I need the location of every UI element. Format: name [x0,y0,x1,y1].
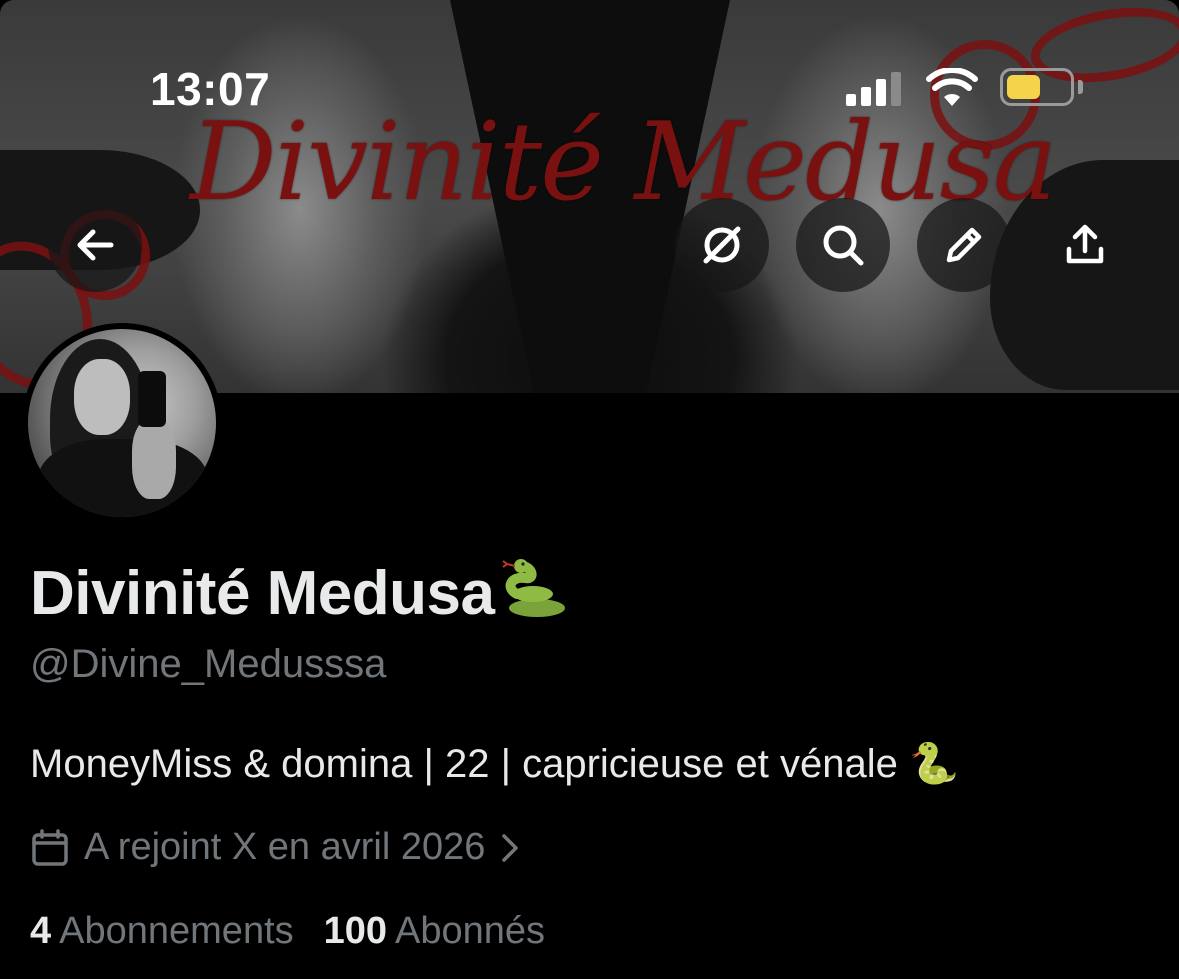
following-count: 4 [30,910,52,952]
battery-icon [1000,68,1074,106]
following-label: Abonnements [59,910,294,952]
follow-stats: 4 Abonnements 100 Abonnés [30,910,575,953]
back-button[interactable] [48,198,142,292]
status-time: 13:07 [150,63,271,115]
joined-date-row[interactable]: A rejoint X en avril 2026 [30,826,521,869]
arrow-left-icon [77,229,114,261]
grok-icon [703,226,741,264]
profile-bio: MoneyMiss & domina | 22 | capricieuse et… [30,742,959,786]
joined-date-text: A rejoint X en avril 2026 [84,826,486,868]
followers-link[interactable]: 100 Abonnés [324,910,545,953]
search-icon [823,225,864,266]
avatar-photo [28,329,216,517]
wifi-icon [926,67,978,113]
calendar-icon [32,828,68,866]
battery-level-fill [1007,75,1040,99]
profile-banner[interactable]: Divinité Medusa [0,0,1179,393]
profile-handle: @Divine_Medusssa [30,642,387,686]
chevron-right-icon [502,833,519,862]
search-button[interactable] [796,198,890,292]
followers-count: 100 [323,910,388,952]
display-name-text: Divinité Medusa [30,559,495,628]
followers-label: Abonnés [395,910,546,952]
cellular-signal-icon [846,72,902,106]
grok-button[interactable] [675,198,769,292]
profile-avatar[interactable] [22,323,222,523]
battery-cap [1078,80,1083,94]
share-icon [1066,224,1104,264]
banner-title: Divinité Medusa [190,100,1057,225]
pencil-icon [946,227,982,263]
edit-button[interactable] [917,198,1011,292]
display-name: Divinité Medusa [30,558,569,635]
following-link[interactable]: 4 Abonnements [30,910,294,953]
share-button[interactable] [1038,198,1132,292]
snake-icon [499,558,569,635]
